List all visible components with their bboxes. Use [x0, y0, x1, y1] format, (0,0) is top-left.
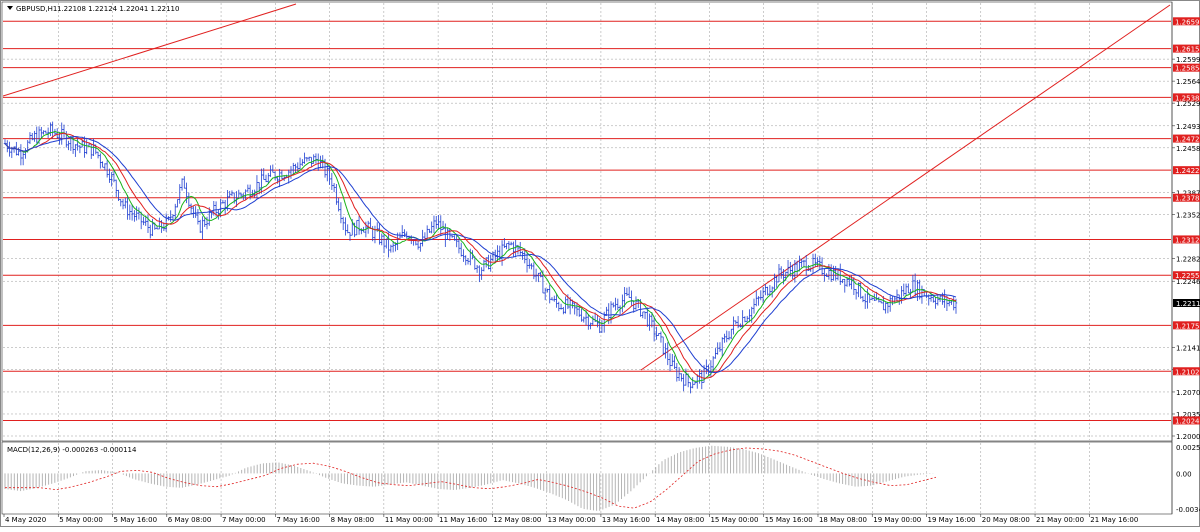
time-label: 15 May 16:00 — [765, 516, 813, 524]
time-label: 11 May 16:00 — [439, 516, 487, 524]
time-label: 13 May 00:00 — [548, 516, 596, 524]
price-tick-label: 1.24930 — [1176, 123, 1200, 131]
level-tag: 1.22555 — [1173, 271, 1200, 280]
level-tag-label: 1.22555 — [1175, 272, 1200, 280]
level-tag-label: 1.26591 — [1175, 18, 1200, 26]
level-tag: 1.23787 — [1173, 193, 1200, 203]
level-tag-label: 1.20247 — [1175, 417, 1200, 425]
symbol-header: GBPUSD,H1 1.22108 1.22124 1.22041 1.2211… — [7, 5, 179, 13]
level-tag: 1.25854 — [1173, 63, 1200, 73]
level-tag: 1.26157 — [1173, 44, 1200, 54]
current-price-tag: 1.22110 — [1173, 299, 1200, 308]
time-label: 13 May 16:00 — [602, 516, 650, 524]
price-tick-label: 1.25990 — [1176, 56, 1200, 64]
level-tag-label: 1.21759 — [1175, 322, 1200, 330]
macd-tick-label: -0.00348 — [1176, 506, 1200, 514]
current-price-label: 1.22110 — [1176, 300, 1200, 308]
level-tag-label: 1.24727 — [1175, 136, 1200, 144]
time-label: 14 May 08:00 — [656, 516, 704, 524]
time-label: 18 May 08:00 — [819, 516, 867, 524]
time-axis[interactable]: 4 May 2020 5 May 00:00 5 May 16:00 6 May 08… — [3, 514, 1138, 524]
trading-chart-window[interactable]: GBPUSD,H1 1.22108 1.22124 1.22041 1.2211… — [0, 0, 1200, 527]
level-tag-label: 1.23787 — [1175, 195, 1200, 203]
level-tag-label: 1.26157 — [1175, 46, 1200, 54]
price-tick-label: 1.22820 — [1176, 256, 1200, 264]
price-tick-label: 1.21410 — [1176, 344, 1200, 352]
time-label: 19 May 00:00 — [873, 516, 921, 524]
time-label: 21 May 00:00 — [1036, 516, 1084, 524]
time-label: 5 May 16:00 — [114, 516, 158, 524]
time-label: 6 May 08:00 — [168, 516, 212, 524]
price-axis[interactable]: 1.259901.256401.252901.249301.245801.238… — [1171, 2, 1200, 514]
price-tick-label: 1.20700 — [1176, 389, 1200, 397]
ohlc-values: 1.22108 1.22124 1.22041 1.22110 — [57, 5, 179, 13]
time-label: 12 May 08:00 — [493, 516, 541, 524]
symbol-label: GBPUSD,H1 — [16, 5, 57, 13]
time-label: 7 May 00:00 — [222, 516, 266, 524]
macd-axis[interactable]: 0.002563 0.00 -0.00348 — [1176, 444, 1200, 514]
level-tag: 1.24225 — [1173, 166, 1200, 175]
time-label: 11 May 00:00 — [385, 516, 433, 524]
time-label: 20 May 08:00 — [982, 516, 1030, 524]
level-tag-label: 1.25854 — [1175, 65, 1200, 73]
chart-canvas[interactable]: GBPUSD,H1 1.22108 1.22124 1.22041 1.2211… — [1, 1, 1200, 528]
level-tag-label: 1.21029 — [1175, 368, 1200, 376]
level-tag: 1.24727 — [1173, 134, 1200, 144]
price-tick-label: 1.20000 — [1176, 433, 1200, 441]
price-tick-label: 1.23520 — [1176, 212, 1200, 220]
level-tag-label: 1.25382 — [1175, 94, 1200, 102]
macd-tick-label: 0.002563 — [1176, 444, 1200, 452]
level-tag: 1.25382 — [1173, 93, 1200, 102]
price-tick-label: 1.25640 — [1176, 78, 1200, 86]
time-label: 15 May 00:00 — [710, 516, 758, 524]
level-tag: 1.21759 — [1173, 321, 1200, 330]
macd-tick-label: 0.00 — [1176, 470, 1192, 478]
time-label: 4 May 2020 — [5, 516, 46, 524]
time-label: 21 May 16:00 — [1090, 516, 1138, 524]
time-label: 8 May 08:00 — [331, 516, 375, 524]
level-tag: 1.20247 — [1173, 416, 1200, 425]
level-tag: 1.23124 — [1173, 235, 1200, 244]
time-label: 5 May 00:00 — [59, 516, 103, 524]
time-label: 19 May 16:00 — [928, 516, 976, 524]
macd-header: MACD(12,26,9) -0.000263 -0.000114 — [7, 446, 137, 454]
time-label: 7 May 16:00 — [276, 516, 320, 524]
level-tag-label: 1.23124 — [1175, 236, 1200, 244]
price-tick-label: 1.24580 — [1176, 145, 1200, 153]
level-tag: 1.21029 — [1173, 367, 1200, 376]
level-tag: 1.26591 — [1173, 17, 1200, 26]
level-tag-label: 1.24225 — [1175, 167, 1200, 175]
